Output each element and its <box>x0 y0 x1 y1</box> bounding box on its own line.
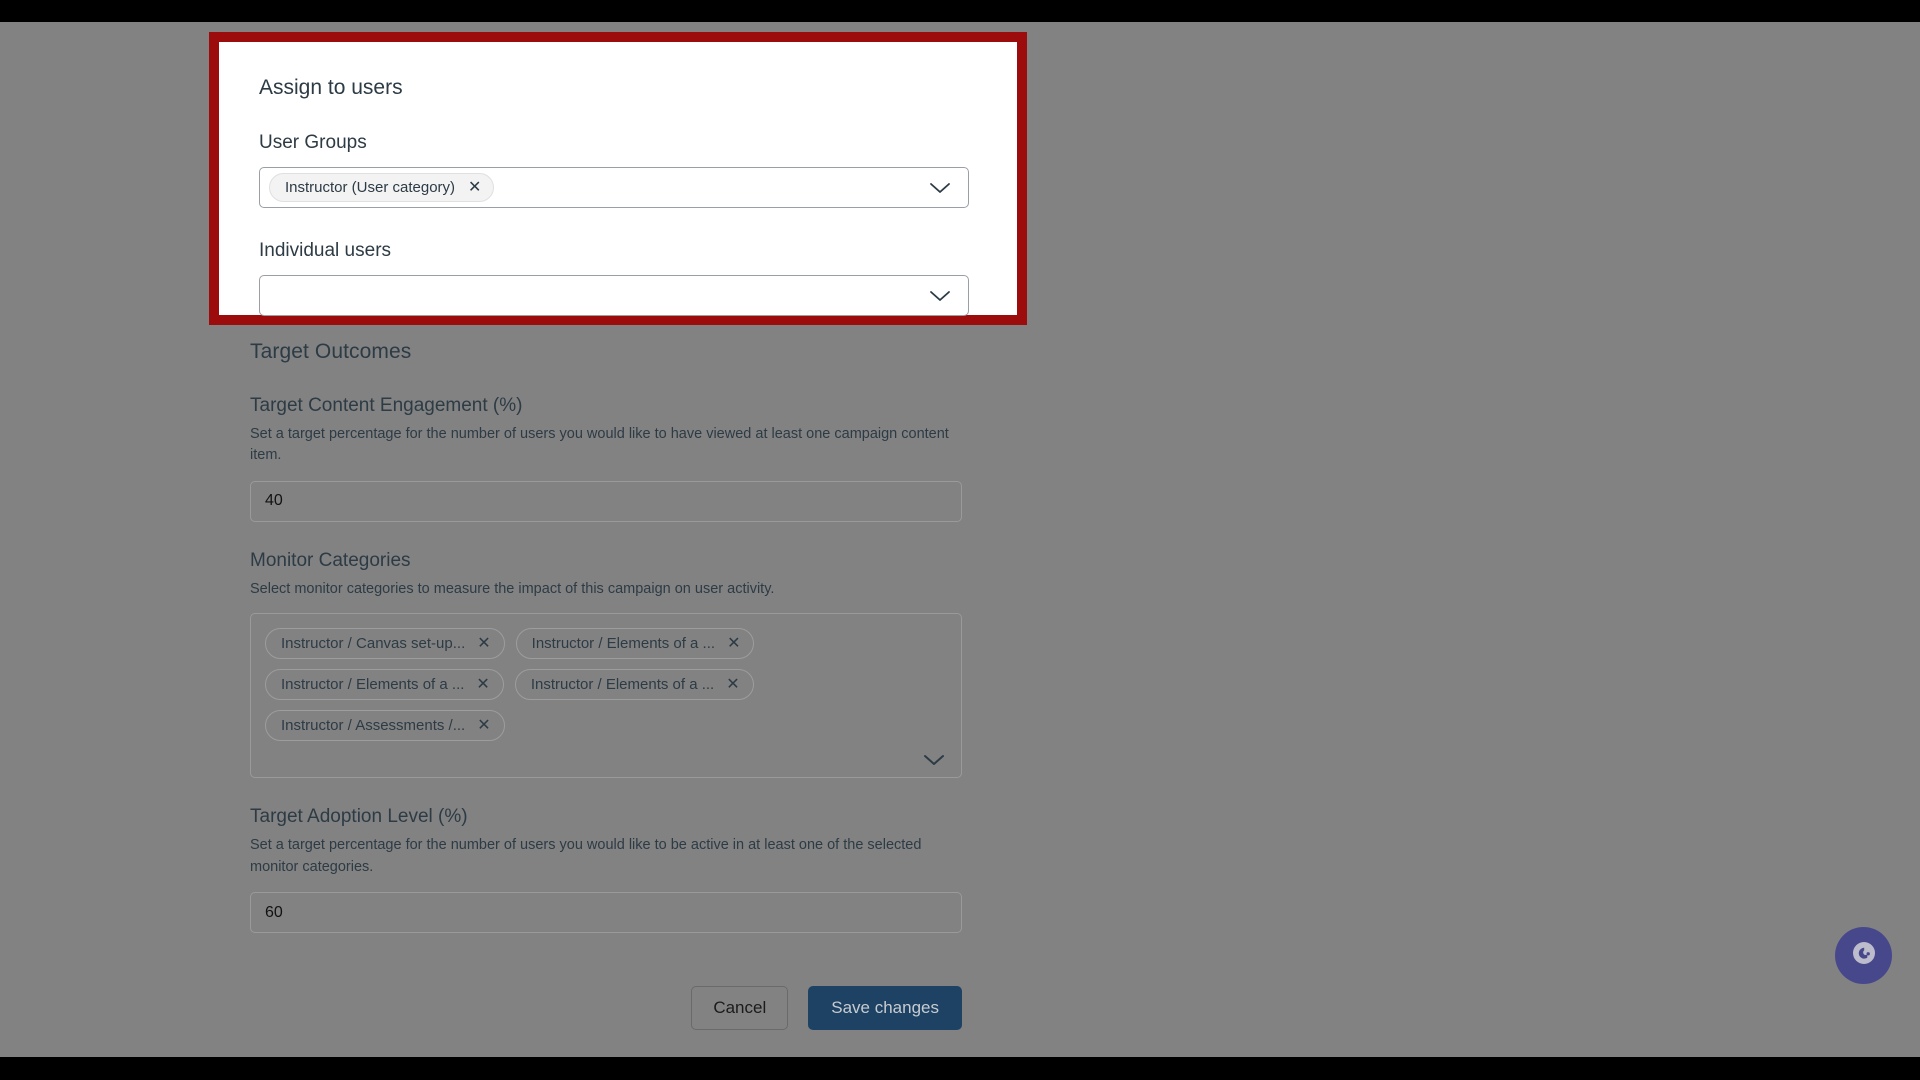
label-target-content-engagement: Target Content Engagement (%) <box>250 395 523 416</box>
panel-title: Assign to users <box>259 76 403 99</box>
tag-label: Instructor / Assessments /... <box>281 717 466 735</box>
tag-label: Instructor / Canvas set-up... <box>281 635 466 653</box>
individual-users-select[interactable] <box>259 275 969 316</box>
tag-label: Instructor / Elements of a ... <box>531 635 716 653</box>
chevron-down-icon[interactable] <box>929 289 951 303</box>
save-changes-button[interactable]: Save changes <box>808 986 962 1030</box>
chat-launcher-button[interactable] <box>1835 927 1892 984</box>
help-target-content-engagement: Set a target percentage for the number o… <box>250 426 949 464</box>
monitor-category-tag[interactable]: Instructor / Elements of a ... ✕ <box>515 628 755 660</box>
pill-label: Instructor (User category) <box>285 179 456 196</box>
tag-label: Instructor / Elements of a ... <box>530 676 715 694</box>
chevron-down-icon[interactable] <box>929 181 951 195</box>
remove-tag-icon[interactable]: ✕ <box>476 676 489 693</box>
chevron-down-icon[interactable] <box>923 753 945 767</box>
target-content-engagement-value: 40 <box>265 492 283 510</box>
user-group-pill[interactable]: Instructor (User category) ✕ <box>269 173 495 202</box>
form-actions: Cancel Save changes <box>250 986 962 1030</box>
remove-tag-icon[interactable]: ✕ <box>477 717 490 734</box>
remove-pill-icon[interactable]: ✕ <box>468 179 481 196</box>
screen-root: Target Outcomes Target Content Engagemen… <box>0 0 1920 1080</box>
monitor-category-tag[interactable]: Instructor / Assessments /... ✕ <box>265 710 505 742</box>
label-target-adoption-level: Target Adoption Level (%) <box>250 806 468 828</box>
monitor-category-tag[interactable]: Instructor / Elements of a ... ✕ <box>514 669 754 701</box>
remove-tag-icon[interactable]: ✕ <box>477 635 490 652</box>
monitor-categories-multiselect[interactable]: Instructor / Canvas set-up... ✕ Instruct… <box>250 613 962 779</box>
monitor-category-tag[interactable]: Instructor / Canvas set-up... ✕ <box>265 628 505 660</box>
remove-tag-icon[interactable]: ✕ <box>726 676 739 693</box>
label-individual-users: Individual users <box>259 240 392 261</box>
help-target-adoption-level: Set a target percentage for the number o… <box>250 837 922 875</box>
tag-label: Instructor / Elements of a ... <box>281 676 465 694</box>
help-monitor-categories: Select monitor categories to measure the… <box>250 580 775 597</box>
target-adoption-level-input[interactable]: 60 <box>250 892 962 934</box>
cancel-button[interactable]: Cancel <box>691 986 789 1030</box>
label-user-groups: User Groups <box>259 132 367 153</box>
user-groups-select[interactable]: Instructor (User category) ✕ <box>259 167 969 208</box>
assign-to-users-highlight: Assign to users User Groups Instructor (… <box>209 32 1027 325</box>
target-content-engagement-input[interactable]: 40 <box>250 480 962 522</box>
assign-to-users-panel: Assign to users User Groups Instructor (… <box>219 42 1017 316</box>
target-adoption-level-value: 60 <box>265 903 283 921</box>
section-title-target-outcomes: Target Outcomes <box>250 340 412 363</box>
monitor-category-tag[interactable]: Instructor / Elements of a ... ✕ <box>265 669 504 701</box>
remove-tag-icon[interactable]: ✕ <box>727 635 740 652</box>
label-monitor-categories: Monitor Categories <box>250 549 411 571</box>
chat-bubble-icon <box>1849 938 1879 973</box>
